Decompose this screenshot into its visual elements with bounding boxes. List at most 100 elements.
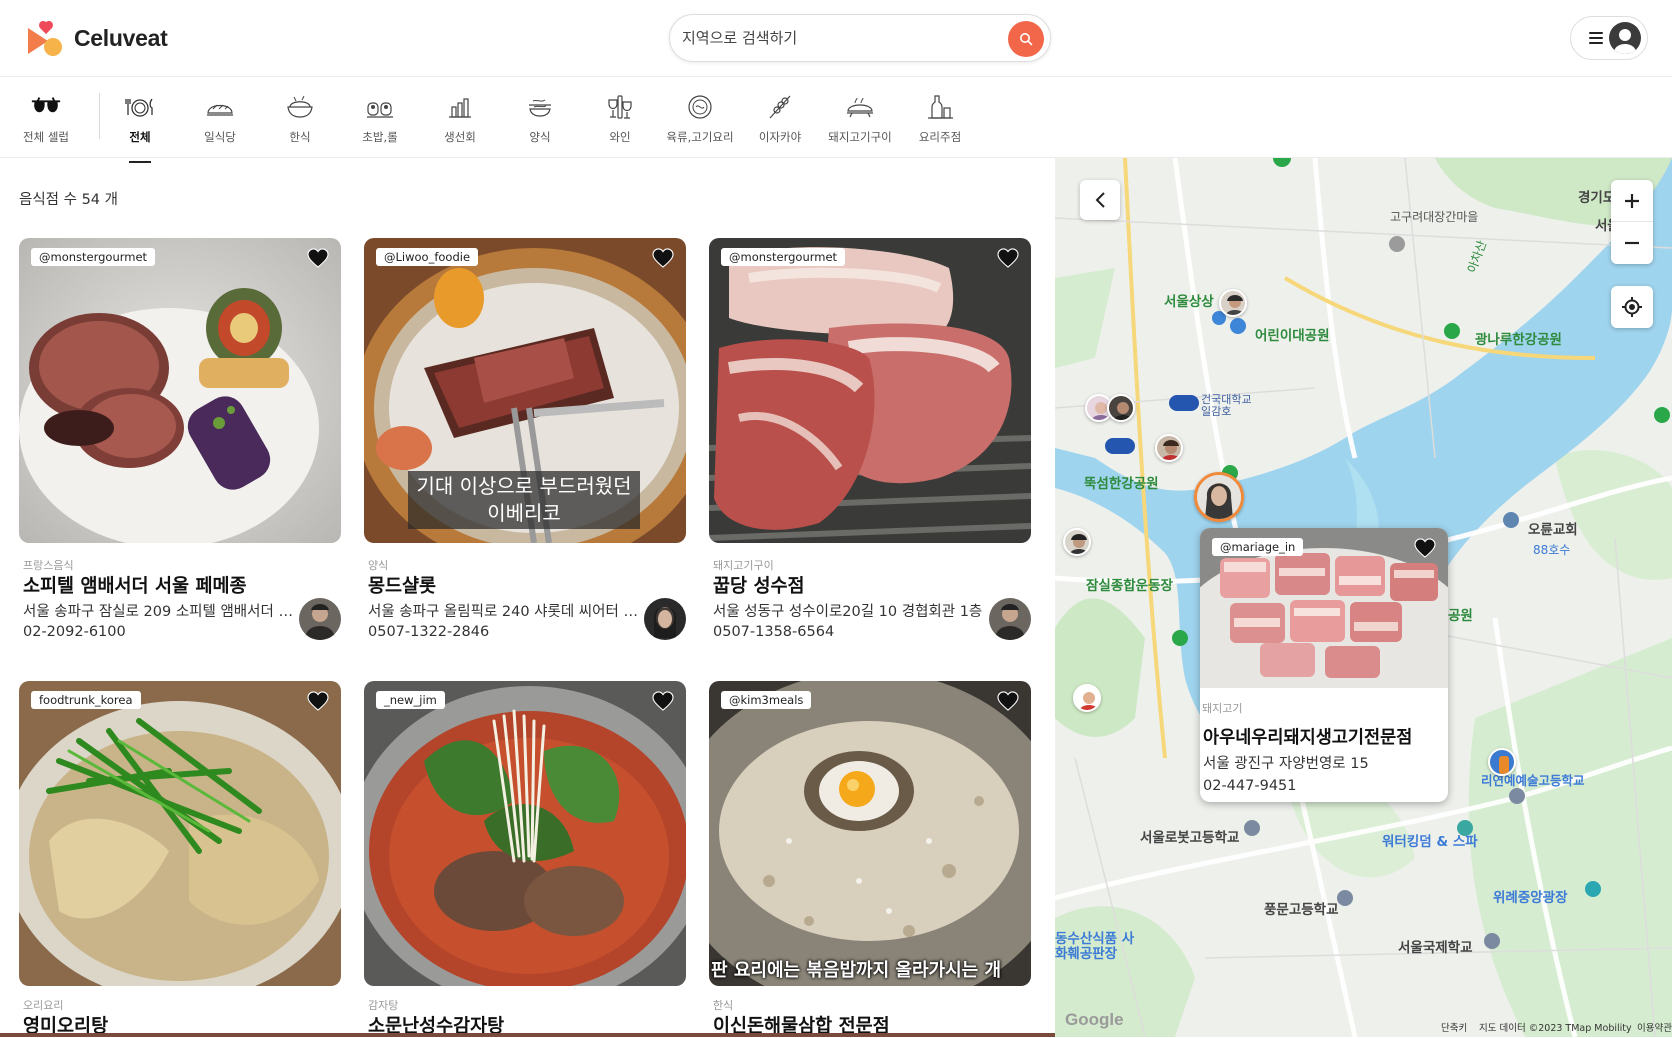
top-header: Celuveat xyxy=(0,0,1672,77)
sunglasses-icon xyxy=(30,91,62,123)
category-all[interactable]: 전체 xyxy=(100,91,180,163)
minus-icon xyxy=(1625,241,1639,245)
my-location-button[interactable] xyxy=(1611,286,1653,328)
logo-mark-icon xyxy=(26,20,66,56)
category-meat[interactable]: 육류,고기요리 xyxy=(660,91,740,153)
category-all-celebs[interactable]: 전체 셀럽 xyxy=(6,91,86,153)
restaurant-photo[interactable]: @monstergourmet xyxy=(709,238,1031,543)
celeb-tag[interactable]: foodtrunk_korea xyxy=(31,691,141,709)
restaurant-name[interactable]: 몽드샬롯 xyxy=(368,572,436,598)
category-pork-grill[interactable]: 돼지고기구이 xyxy=(820,91,900,153)
popup-restaurant-name[interactable]: 아우네우리돼지생고기전문점 xyxy=(1203,724,1412,749)
search-input[interactable] xyxy=(682,23,992,53)
map-shortcut-link[interactable]: 단축키 xyxy=(1441,1020,1467,1034)
celeb-tag[interactable]: @Liwoo_foodie xyxy=(376,248,479,266)
restaurant-photo[interactable]: 판 요리에는 볶음밥까지 올라가시는 개 @kim3meals xyxy=(709,681,1031,986)
zoom-out-button[interactable] xyxy=(1611,222,1653,264)
restaurant-card[interactable]: 판 요리에는 볶음밥까지 올라가시는 개 @kim3meals 한식 이신돈해물… xyxy=(709,681,1031,1037)
celeb-tag[interactable]: @kim3meals xyxy=(721,691,812,709)
category-label: 요리주점 xyxy=(918,130,962,144)
pasta-icon xyxy=(524,91,556,123)
category-sashimi[interactable]: 생선회 xyxy=(420,91,500,153)
heart-icon[interactable] xyxy=(997,691,1019,711)
map-data-attribution: 지도 데이터 ©2023 TMap Mobility xyxy=(1479,1023,1632,1034)
restaurant-name[interactable]: 꿉당 성수점 xyxy=(713,572,805,598)
celeb-map-marker[interactable] xyxy=(1488,748,1516,776)
restaurant-card[interactable]: _new_jim 감자탕 소문난성수감자탕 xyxy=(364,681,686,1037)
celeb-map-marker[interactable] xyxy=(1107,394,1135,422)
category-label: 한식 xyxy=(289,130,311,144)
popup-phone: 02-447-9451 xyxy=(1203,778,1297,794)
celeb-map-marker[interactable] xyxy=(1155,434,1183,462)
category-korean[interactable]: 한식 xyxy=(260,91,340,153)
restaurant-address: 서울 송파구 올림픽로 240 샤롯데 씨어터 2층 xyxy=(368,604,640,620)
zoom-in-button[interactable] xyxy=(1611,180,1653,222)
restaurant-card[interactable]: @monstergourmet 프랑스음식 소피텔 앰배서더 서울 페메종 서울… xyxy=(19,238,341,640)
category-label: 일식당 xyxy=(204,130,236,144)
celeb-tag[interactable]: @mariage_in xyxy=(1212,538,1304,556)
restaurant-card[interactable]: 기대 이상으로 부드러웠던 이베리코 @Liwoo_foodie 양식 몽드샬롯… xyxy=(364,238,686,640)
celeb-tag[interactable]: @monstergourmet xyxy=(31,248,156,266)
restaurant-category: 프랑스음식 xyxy=(23,559,74,572)
heart-icon[interactable] xyxy=(1414,538,1436,558)
selected-celeb-map-marker[interactable] xyxy=(1194,472,1244,522)
map-restaurant-popup[interactable]: @mariage_in 돼지고기 아우네우리돼지생고기전문점 서울 광진구 자양… xyxy=(1200,528,1448,802)
heart-icon[interactable] xyxy=(652,691,674,711)
restaurant-count: 음식점 수 54 개 xyxy=(19,192,118,208)
map-terms-link[interactable]: 이용약관 xyxy=(1637,1020,1672,1034)
search-button[interactable] xyxy=(1008,21,1044,57)
heart-icon[interactable] xyxy=(307,248,329,268)
celeb-avatar[interactable] xyxy=(989,598,1031,640)
category-izakaya[interactable]: 이자카야 xyxy=(740,91,820,153)
celeb-tag[interactable]: @monstergourmet xyxy=(721,248,846,266)
location-crosshair-icon xyxy=(1622,297,1642,317)
popup-category: 돼지고기 xyxy=(1202,702,1243,715)
restaurant-category: 감자탕 xyxy=(368,999,399,1012)
heart-icon[interactable] xyxy=(652,248,674,268)
map-label: 서울상상 xyxy=(1164,294,1214,310)
restaurant-name[interactable]: 소피텔 앰배서더 서울 페메종 xyxy=(23,572,247,598)
category-label: 전체 xyxy=(129,130,151,144)
restaurant-phone: 0507-1322-2846 xyxy=(368,624,490,640)
celeb-map-marker[interactable] xyxy=(1073,684,1101,712)
restaurant-photo[interactable]: @monstergourmet xyxy=(19,238,341,543)
restaurant-photo[interactable]: foodtrunk_korea xyxy=(19,681,341,986)
category-sushi-roll[interactable]: 초밥,롤 xyxy=(340,91,420,153)
collapse-map-button[interactable] xyxy=(1080,180,1120,220)
celeb-map-marker[interactable] xyxy=(1219,289,1247,317)
restaurant-card[interactable]: @monstergourmet 돼지고기구이 꿉당 성수점 서울 성동구 성수이… xyxy=(709,238,1031,640)
category-wine[interactable]: 와인 xyxy=(580,91,660,153)
restaurant-address: 서울 성동구 성수이로20길 10 경협회관 1층 xyxy=(713,604,983,620)
category-label: 와인 xyxy=(609,130,631,144)
sushi-roll-icon xyxy=(364,91,396,123)
celeb-map-marker[interactable] xyxy=(1063,528,1091,556)
category-pub[interactable]: 요리주점 xyxy=(900,91,980,153)
hamburger-icon xyxy=(1589,32,1603,44)
restaurant-card[interactable]: foodtrunk_korea 오리요리 영미오리탕 xyxy=(19,681,341,1037)
fish-icon xyxy=(444,91,476,123)
category-western[interactable]: 양식 xyxy=(500,91,580,153)
google-logo: Google xyxy=(1065,1010,1124,1029)
celeb-avatar[interactable] xyxy=(644,598,686,640)
category-divider xyxy=(99,93,100,139)
popup-address: 서울 광진구 자양번영로 15 xyxy=(1203,756,1369,772)
restaurant-address: 서울 송파구 잠실로 209 소피텔 앰배서더 서울 xyxy=(23,604,295,620)
celeb-tag[interactable]: _new_jim xyxy=(376,691,445,709)
heart-icon[interactable] xyxy=(997,248,1019,268)
avatar-icon xyxy=(1609,22,1641,54)
map-label: 공원 xyxy=(1448,608,1473,624)
restaurant-photo[interactable]: _new_jim xyxy=(364,681,686,986)
restaurant-category: 한식 xyxy=(713,999,734,1012)
popup-photo[interactable]: @mariage_in xyxy=(1200,528,1448,688)
heart-icon[interactable] xyxy=(307,691,329,711)
photo-caption: 기대 이상으로 부드러웠던 이베리코 xyxy=(408,471,640,529)
logo[interactable]: Celuveat xyxy=(26,18,168,58)
skewer-icon xyxy=(764,91,796,123)
category-label: 초밥,롤 xyxy=(362,130,398,144)
category-japanese[interactable]: 일식당 xyxy=(180,91,260,153)
meat-icon xyxy=(684,91,716,123)
user-menu-button[interactable] xyxy=(1570,16,1648,60)
restaurant-photo[interactable]: 기대 이상으로 부드러웠던 이베리코 @Liwoo_foodie xyxy=(364,238,686,543)
rice-bowl-icon xyxy=(284,91,316,123)
celeb-avatar[interactable] xyxy=(299,598,341,640)
